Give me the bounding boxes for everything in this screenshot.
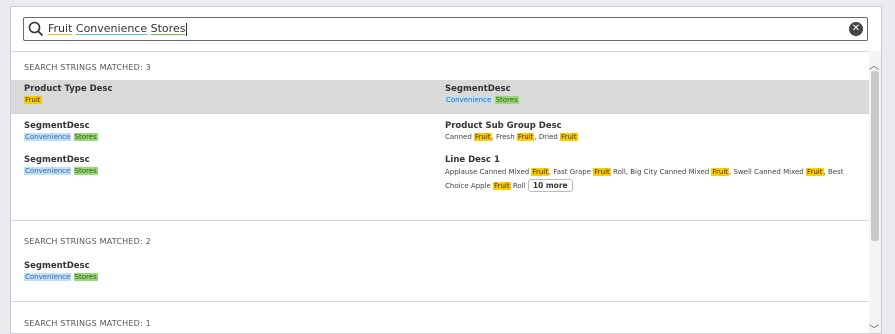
match-segment-desc[interactable]: SegmentDesc Convenience Stores	[24, 261, 98, 283]
match-segment-desc[interactable]: SegmentDesc Convenience Stores	[24, 155, 98, 177]
scrollbar-thumb[interactable]	[871, 71, 879, 241]
search-bar[interactable]: Fruit Convenience Stores ✕	[23, 17, 868, 41]
more-values-button[interactable]: 10 more	[527, 179, 573, 192]
field-values: Fruit	[24, 96, 42, 104]
text-caret	[186, 22, 188, 36]
group-header-matched-2: SEARCH STRINGS MATCHED: 2	[24, 237, 151, 246]
field-values: Convenience Stores	[24, 273, 98, 281]
field-values: Convenience Stores	[24, 167, 98, 175]
field-name: SegmentDesc	[24, 121, 90, 131]
search-term-convenience: Convenience	[75, 22, 148, 35]
match-product-type-desc[interactable]: Product Type Desc Fruit	[24, 84, 113, 106]
field-name: Product Type Desc	[24, 84, 113, 94]
field-name: Product Sub Group Desc	[445, 121, 562, 131]
chevron-up-icon[interactable]: ︿	[869, 57, 879, 72]
divider	[11, 51, 871, 52]
selected-row-band	[11, 80, 871, 114]
search-input[interactable]: Fruit Convenience Stores	[48, 21, 188, 37]
field-values: Convenience Stores	[445, 96, 519, 104]
match-segment-desc[interactable]: SegmentDesc Convenience Stores	[24, 121, 98, 143]
field-values: Canned Fruit, Fresh Fruit, Dried Fruit	[445, 133, 578, 141]
clear-search-icon[interactable]: ✕	[849, 22, 863, 36]
chevron-down-icon[interactable]: ﹀	[869, 321, 879, 333]
match-line-desc-1[interactable]: Line Desc 1 Applause Canned Mixed Fruit,…	[445, 155, 865, 193]
field-values: Applause Canned Mixed Fruit, Fast Grape …	[445, 168, 844, 192]
search-term-fruit: Fruit	[48, 22, 73, 35]
field-name: SegmentDesc	[24, 155, 90, 165]
match-product-sub-group-desc[interactable]: Product Sub Group Desc Canned Fruit, Fre…	[445, 121, 578, 143]
search-results: SEARCH STRINGS MATCHED: 3 Product Type D…	[11, 51, 871, 333]
match-segment-desc[interactable]: SegmentDesc Convenience Stores	[445, 84, 519, 106]
group-header-matched-3: SEARCH STRINGS MATCHED: 3	[24, 63, 151, 72]
search-panel: Fruit Convenience Stores ✕ SEARCH STRING…	[10, 6, 882, 334]
search-icon	[28, 21, 44, 37]
group-header-matched-1: SEARCH STRINGS MATCHED: 1	[24, 319, 151, 328]
field-values: Convenience Stores	[24, 133, 98, 141]
field-name: SegmentDesc	[24, 261, 90, 271]
field-name: Line Desc 1	[445, 155, 500, 165]
field-name: SegmentDesc	[445, 84, 511, 94]
divider	[11, 301, 871, 302]
search-term-stores: Stores	[150, 22, 186, 35]
divider	[11, 220, 871, 221]
